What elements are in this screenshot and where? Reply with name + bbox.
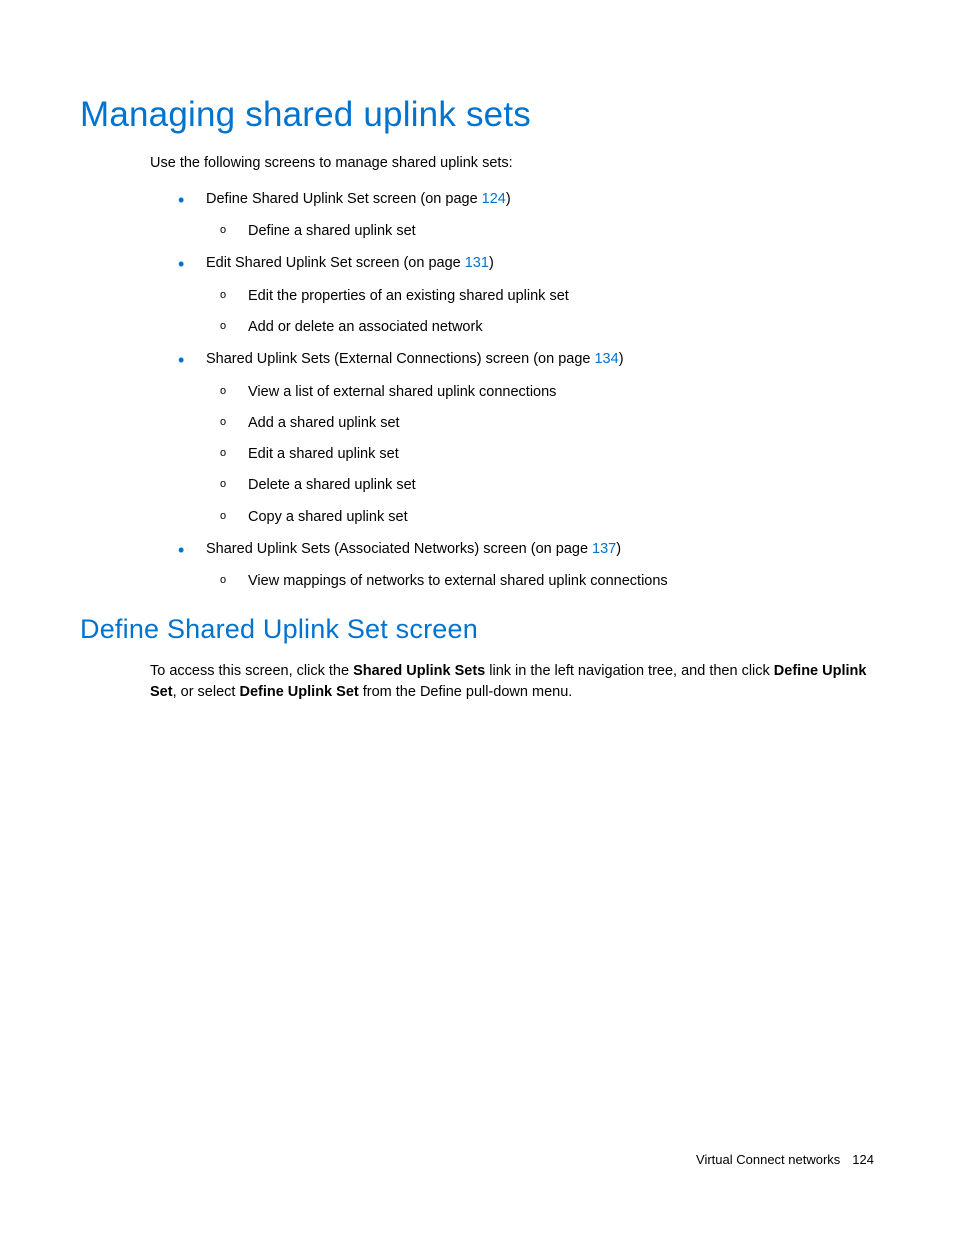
section-heading: Define Shared Uplink Set screen — [80, 614, 874, 645]
sub-item: Edit a shared uplink set — [220, 444, 874, 464]
list-item-text: Shared Uplink Sets (External Connections… — [206, 351, 594, 367]
page-link[interactable]: 131 — [465, 255, 489, 271]
para-bold: Define Uplink Set — [239, 684, 358, 700]
sub-item: Delete a shared uplink set — [220, 475, 874, 495]
para-text: , or select — [173, 684, 240, 700]
list-item-text-after: ) — [616, 541, 621, 557]
para-bold: Shared Uplink Sets — [353, 663, 485, 679]
section-paragraph: To access this screen, click the Shared … — [150, 661, 874, 705]
sub-item: Edit the properties of an existing share… — [220, 286, 874, 306]
page-footer: Virtual Connect networks 124 — [696, 1152, 874, 1167]
bullet-list: Define Shared Uplink Set screen (on page… — [178, 189, 874, 592]
list-item: Shared Uplink Sets (External Connections… — [178, 349, 874, 527]
para-text: To access this screen, click the — [150, 663, 353, 679]
list-item-text-after: ) — [489, 255, 494, 271]
list-item: Shared Uplink Sets (Associated Networks)… — [178, 539, 874, 592]
list-item: Define Shared Uplink Set screen (on page… — [178, 189, 874, 242]
page-link[interactable]: 134 — [594, 351, 618, 367]
sub-item: View mappings of networks to external sh… — [220, 571, 874, 591]
para-text: from the Define pull-down menu. — [359, 684, 573, 700]
list-item-text-after: ) — [619, 351, 624, 367]
page-title: Managing shared uplink sets — [80, 95, 874, 135]
intro-text: Use the following screens to manage shar… — [150, 153, 874, 175]
para-text: link in the left navigation tree, and th… — [485, 663, 774, 679]
page-link[interactable]: 124 — [482, 191, 506, 207]
sub-item: Add or delete an associated network — [220, 317, 874, 337]
page-link[interactable]: 137 — [592, 541, 616, 557]
list-item-text: Define Shared Uplink Set screen (on page — [206, 191, 482, 207]
list-item: Edit Shared Uplink Set screen (on page 1… — [178, 253, 874, 337]
sub-item: Copy a shared uplink set — [220, 507, 874, 527]
sub-item: Add a shared uplink set — [220, 413, 874, 433]
footer-page-number: 124 — [852, 1152, 874, 1167]
list-item-text-after: ) — [506, 191, 511, 207]
sub-item: View a list of external shared uplink co… — [220, 382, 874, 402]
sub-item: Define a shared uplink set — [220, 221, 874, 241]
footer-section: Virtual Connect networks — [696, 1152, 840, 1167]
list-item-text: Edit Shared Uplink Set screen (on page — [206, 255, 465, 271]
list-item-text: Shared Uplink Sets (Associated Networks)… — [206, 541, 592, 557]
